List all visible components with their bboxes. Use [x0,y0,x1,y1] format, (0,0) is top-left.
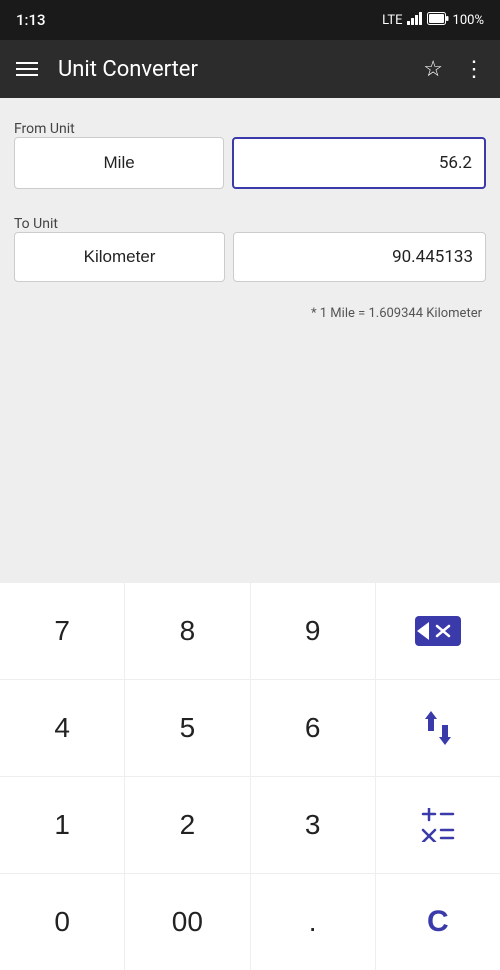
from-unit-row: Mile 56.2 [14,137,486,189]
key-2[interactable]: 2 [125,777,249,873]
key-00[interactable]: 00 [125,874,249,970]
key-7[interactable]: 7 [0,583,124,679]
clear-c-label: C [427,905,449,939]
to-unit-button[interactable]: Kilometer [14,232,225,282]
app-title: Unit Converter [58,57,423,82]
ops-icon [421,808,455,842]
hamburger-icon [16,74,38,76]
key-9[interactable]: 9 [251,583,375,679]
to-unit-label: To Unit [14,213,486,232]
status-time: 1:13 [16,11,46,29]
app-bar-actions: ☆ ⋮ [423,57,484,82]
key-0[interactable]: 0 [0,874,124,970]
battery-percent: 100% [453,13,484,28]
status-icons: LTE 100% [382,11,484,29]
key-5[interactable]: 5 [125,680,249,776]
signal-icon [407,11,423,29]
from-unit-button[interactable]: Mile [14,137,224,189]
backspace-icon [415,616,461,646]
key-3[interactable]: 3 [251,777,375,873]
key-swap[interactable] [376,680,500,776]
from-unit-label: From Unit [14,118,486,137]
key-6[interactable]: 6 [251,680,375,776]
hamburger-icon [16,68,38,70]
to-value-display: 90.445133 [233,232,486,282]
keypad: 7 8 9 4 5 6 1 2 3 [0,583,500,970]
menu-button[interactable] [16,62,38,76]
to-unit-row: Kilometer 90.445133 [14,232,486,282]
conversion-note: * 1 Mile = 1.609344 Kilometer [14,306,486,321]
key-dot[interactable]: . [251,874,375,970]
status-bar: 1:13 LTE 100% [0,0,500,40]
key-clear[interactable]: C [376,874,500,970]
from-value-display: 56.2 [232,137,486,189]
key-4[interactable]: 4 [0,680,124,776]
key-ops[interactable] [376,777,500,873]
key-backspace[interactable] [376,583,500,679]
more-options-button[interactable]: ⋮ [463,57,484,82]
favorite-button[interactable]: ☆ [423,57,443,82]
main-content: From Unit Mile 56.2 To Unit Kilometer 90… [0,98,500,583]
swap-icon [423,711,453,745]
key-1[interactable]: 1 [0,777,124,873]
lte-label: LTE [382,13,402,28]
hamburger-icon [16,62,38,64]
key-8[interactable]: 8 [125,583,249,679]
battery-icon [427,12,449,29]
app-bar: Unit Converter ☆ ⋮ [0,40,500,98]
